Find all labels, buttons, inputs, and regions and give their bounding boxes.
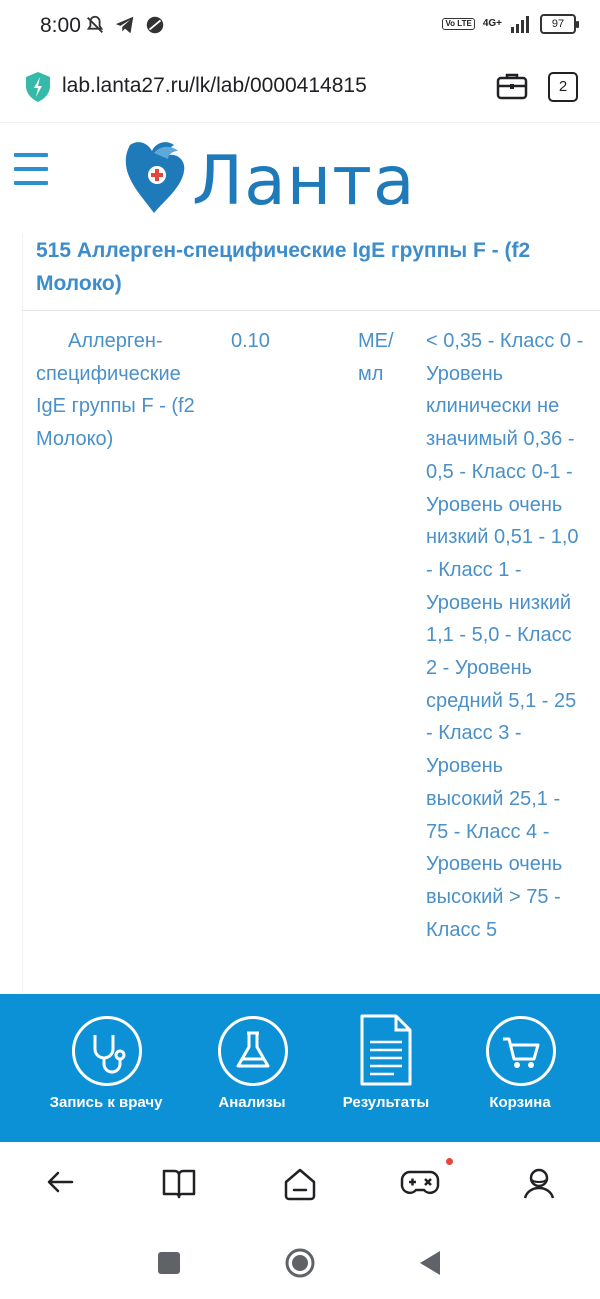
browser-toolbar (0, 1142, 600, 1228)
nav-results-label[interactable]: Результаты (316, 1094, 456, 1111)
back-icon[interactable] (44, 1166, 76, 1198)
result-value-cell: 0.10 (231, 330, 270, 352)
briefcase-icon[interactable] (496, 71, 528, 101)
home-icon[interactable] (282, 1166, 318, 1202)
mute-bell-icon (86, 15, 104, 33)
result-content: 515 Аллерген-специфические IgE группы F … (22, 234, 600, 994)
recents-icon[interactable] (158, 1252, 180, 1274)
status-left-icons (84, 14, 166, 36)
nav-cart-label[interactable]: Корзина (450, 1094, 590, 1111)
result-reference-cell: < 0,35 - Класс 0 - Уровень клинически не… (426, 330, 584, 941)
browser-url-bar[interactable]: lab.lanta27.ru/lk/lab/0000414815 2 (0, 56, 600, 122)
app-status-icon (146, 16, 164, 34)
home-button-icon[interactable] (284, 1247, 316, 1279)
status-time: 8:00 (40, 14, 81, 37)
nav-tests-circle[interactable] (218, 1016, 288, 1086)
game-controller-icon[interactable] (400, 1166, 440, 1200)
network-type: 4G+ (482, 18, 502, 29)
nav-results[interactable]: Результаты (316, 994, 456, 1142)
volte-badge: Vo LTE (442, 18, 475, 30)
telegram-icon (115, 16, 134, 34)
profile-icon[interactable] (522, 1166, 556, 1200)
document-icon (360, 1014, 412, 1086)
result-unit-cell: МЕ/мл (358, 330, 394, 385)
cart-icon (503, 1037, 540, 1068)
stethoscope-icon (93, 1035, 126, 1074)
menu-icon[interactable] (14, 153, 48, 185)
result-name-cell: Аллерген-специфические IgE группы F - (f… (36, 330, 195, 451)
nav-appointment[interactable]: Запись к врачу (36, 994, 176, 1142)
nav-appointment-circle[interactable] (72, 1016, 142, 1086)
system-navigation-bar (0, 1228, 600, 1299)
nav-tests[interactable]: Анализы (182, 994, 322, 1142)
content-border (22, 234, 23, 994)
nav-tests-label[interactable]: Анализы (182, 1094, 322, 1111)
reader-book-icon[interactable] (162, 1166, 196, 1200)
site-header: Ланта (0, 122, 600, 235)
url-text[interactable]: lab.lanta27.ru/lk/lab/0000414815 (62, 74, 367, 98)
nav-cart[interactable]: Корзина (450, 994, 590, 1142)
status-right-icons: Vo LTE 4G+ 97 (442, 14, 579, 34)
battery-indicator: 97 (540, 14, 579, 34)
logo-text[interactable]: Ланта (192, 147, 416, 217)
nav-cart-circle[interactable] (486, 1016, 556, 1086)
site-bottom-nav: Запись к врачу Анализы Результаты Корзин… (0, 994, 600, 1142)
notification-dot (446, 1158, 453, 1165)
test-title: 515 Аллерген-специфические IgE группы F … (36, 239, 531, 295)
status-bar: 8:00 Vo LTE 4G+ 97 (0, 0, 600, 56)
lanta-logo-icon[interactable] (124, 139, 190, 223)
tab-count-button[interactable]: 2 (548, 72, 578, 102)
nav-appointment-label[interactable]: Запись к врачу (36, 1094, 176, 1111)
title-divider (22, 310, 600, 311)
flask-icon (236, 1031, 270, 1068)
signal-icon (511, 16, 529, 33)
back-button-icon[interactable] (418, 1249, 442, 1277)
secure-shield-icon[interactable] (24, 71, 52, 103)
